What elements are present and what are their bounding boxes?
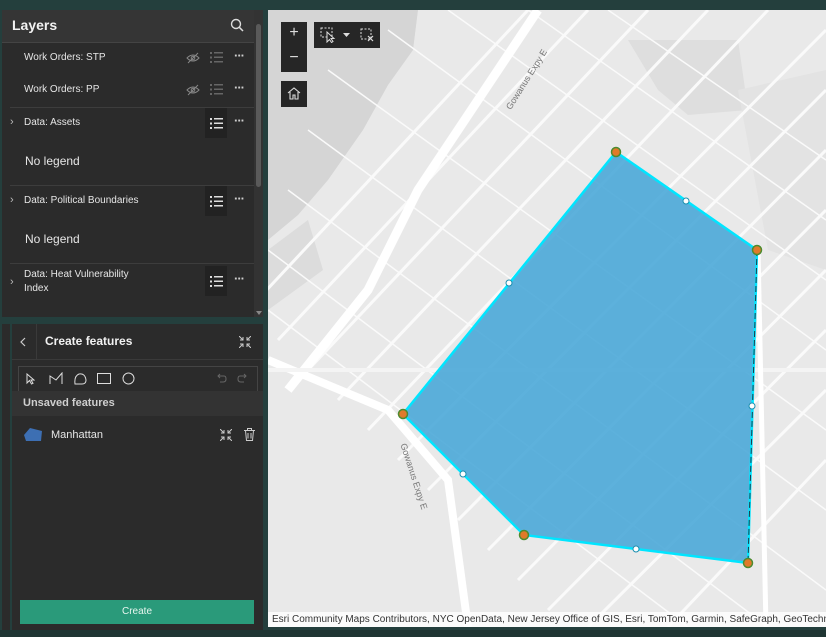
more-options-icon[interactable]: ··· xyxy=(234,80,245,95)
selection-toolbar xyxy=(314,22,380,48)
avenue xyxy=(755,249,769,627)
circle-icon[interactable] xyxy=(122,372,135,385)
polyline-icon[interactable] xyxy=(49,372,63,385)
legend-list-icon xyxy=(210,118,223,129)
layers-panel: Layers Work Orders: STP ··· Work Orders:… xyxy=(2,10,263,317)
pier-area xyxy=(268,220,323,310)
bottom-strip xyxy=(0,630,826,637)
trash-icon[interactable] xyxy=(244,428,255,441)
map-view[interactable]: Gowanus Expy E Gowanus Expy E + − Esri C… xyxy=(268,10,826,627)
polygon-symbol-icon xyxy=(24,428,42,441)
layers-header: Layers xyxy=(2,10,254,43)
create-features-title: Create features xyxy=(45,334,133,348)
drawing-toolbar xyxy=(18,366,258,392)
layer-label: Data: Political Boundaries xyxy=(24,195,139,206)
legend-list-icon xyxy=(210,276,223,287)
undo-icon[interactable] xyxy=(215,373,227,383)
no-legend-text: No legend xyxy=(25,232,80,246)
more-options-icon[interactable]: ··· xyxy=(234,271,245,286)
freehand-polygon-icon[interactable] xyxy=(73,372,87,385)
unsaved-features-label: Unsaved features xyxy=(23,397,115,409)
zoom-in-button[interactable]: + xyxy=(281,24,307,42)
scroll-down-arrow[interactable] xyxy=(256,311,262,315)
legend-list-icon[interactable] xyxy=(210,83,223,96)
select-features-icon[interactable] xyxy=(320,27,336,43)
layer-item-political-boundaries[interactable]: › Data: Political Boundaries ··· xyxy=(2,186,254,218)
chevron-right-icon[interactable]: › xyxy=(10,116,14,128)
map-attribution[interactable]: Esri Community Maps Contributors, NYC Op… xyxy=(268,612,826,627)
basemap xyxy=(268,10,826,627)
home-icon xyxy=(287,87,301,100)
no-legend-text: No legend xyxy=(25,154,80,168)
more-options-icon[interactable]: ··· xyxy=(234,191,245,206)
more-options-icon[interactable]: ··· xyxy=(234,48,245,63)
legend-button[interactable] xyxy=(205,186,227,216)
zoom-control: + − xyxy=(281,22,307,72)
zoom-out-button[interactable]: − xyxy=(281,49,307,67)
visibility-off-icon[interactable] xyxy=(186,84,200,96)
clear-selection-icon[interactable] xyxy=(360,28,374,42)
create-features-header: Create features xyxy=(12,324,263,360)
unsaved-features-header: Unsaved features xyxy=(12,391,263,416)
chevron-right-icon[interactable]: › xyxy=(10,276,14,288)
feature-item-manhattan[interactable]: Manhattan xyxy=(12,417,263,453)
layer-item-work-orders-pp[interactable]: Work Orders: PP ··· xyxy=(2,75,254,107)
visibility-off-icon[interactable] xyxy=(186,52,200,64)
layer-label-line1: Data: Heat Vulnerability xyxy=(24,269,129,280)
legend-button[interactable] xyxy=(205,108,227,138)
back-button[interactable] xyxy=(12,324,37,359)
legend-button[interactable] xyxy=(205,266,227,296)
dropdown-arrow-icon[interactable] xyxy=(343,33,350,37)
create-button[interactable]: Create xyxy=(20,600,254,624)
layer-label-line2: Index xyxy=(24,283,49,294)
legend-list-icon[interactable] xyxy=(210,51,223,64)
legend-list-icon xyxy=(210,196,223,207)
chevron-right-icon[interactable]: › xyxy=(10,194,14,206)
layers-title: Layers xyxy=(12,17,58,33)
layer-item-work-orders-stp[interactable]: Work Orders: STP ··· xyxy=(2,43,254,75)
more-options-icon[interactable]: ··· xyxy=(234,113,245,128)
layer-label: Data: Assets xyxy=(24,117,81,128)
rectangle-icon[interactable] xyxy=(97,373,111,384)
layer-label: Work Orders: STP xyxy=(24,52,106,63)
zoom-to-icon[interactable] xyxy=(220,429,232,441)
feature-name: Manhattan xyxy=(51,429,103,441)
layer-item-data-assets[interactable]: › Data: Assets ··· xyxy=(2,108,254,140)
layers-scrollbar[interactable] xyxy=(254,10,263,317)
home-button[interactable] xyxy=(281,81,307,107)
layer-label: Work Orders: PP xyxy=(24,84,100,95)
layer-item-heat-vulnerability[interactable]: › Data: Heat Vulnerability Index ··· xyxy=(2,264,254,300)
select-pointer-icon[interactable] xyxy=(26,373,35,385)
create-features-panel: Create features Unsaved features Manhatt… xyxy=(12,324,263,632)
search-icon[interactable] xyxy=(230,18,244,32)
side-strip xyxy=(2,324,10,630)
redo-icon[interactable] xyxy=(237,373,249,383)
chevron-left-icon xyxy=(20,337,26,347)
collapse-icon[interactable] xyxy=(239,336,251,348)
scroll-thumb[interactable] xyxy=(256,24,261,187)
park-area-east xyxy=(738,70,826,270)
